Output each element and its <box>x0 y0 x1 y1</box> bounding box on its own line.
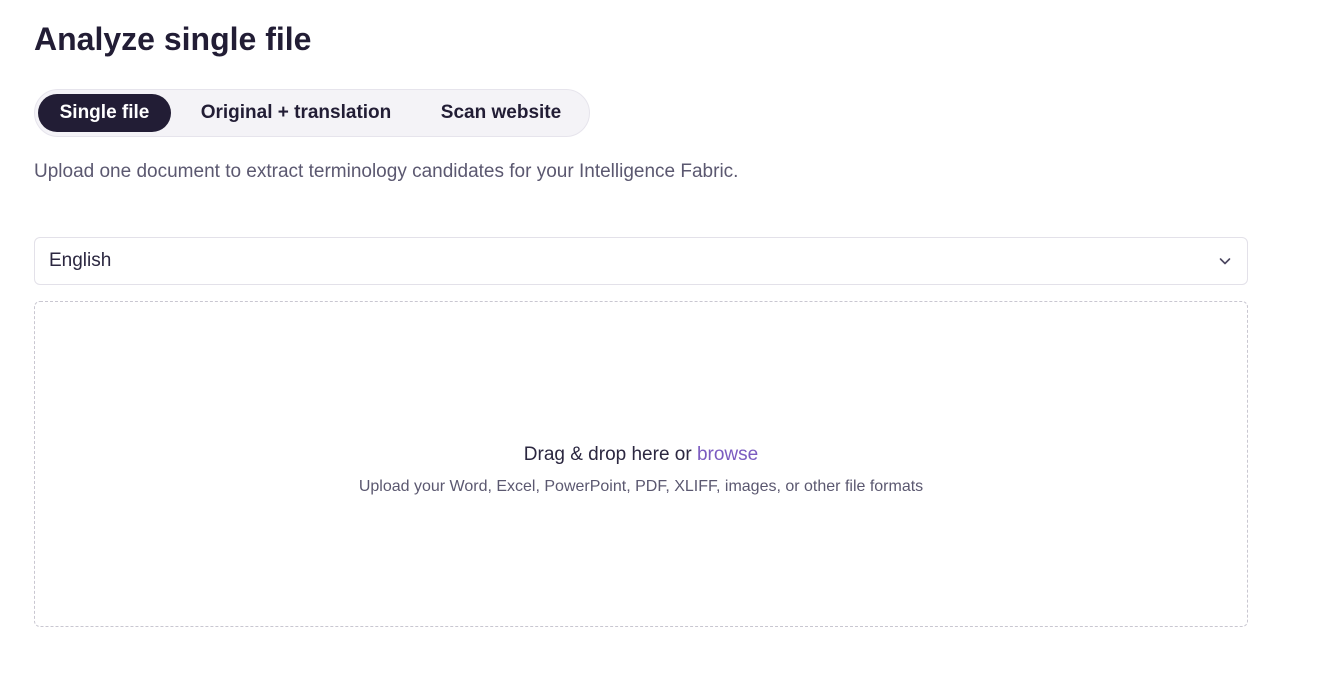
chevron-down-icon <box>1217 253 1233 269</box>
tab-single-file[interactable]: Single file <box>38 94 171 132</box>
tab-original-translation[interactable]: Original + translation <box>171 94 421 132</box>
dropzone-hint: Upload your Word, Excel, PowerPoint, PDF… <box>358 478 924 495</box>
language-select-value: English <box>49 250 112 271</box>
language-select[interactable]: English <box>34 237 1248 285</box>
file-dropzone[interactable]: Drag & drop here or browse Upload your W… <box>34 301 1248 627</box>
page-subtitle: Upload one document to extract terminolo… <box>34 161 739 182</box>
dropzone-prompt-text: Drag & drop here or <box>523 444 692 465</box>
mode-tabs: Single file Original + translation Scan … <box>34 89 590 137</box>
dropzone-prompt: Drag & drop here or browse <box>524 443 758 467</box>
tab-scan-website[interactable]: Scan website <box>421 94 581 132</box>
browse-link[interactable]: browse <box>697 444 758 465</box>
page-title: Analyze single file <box>34 21 312 57</box>
